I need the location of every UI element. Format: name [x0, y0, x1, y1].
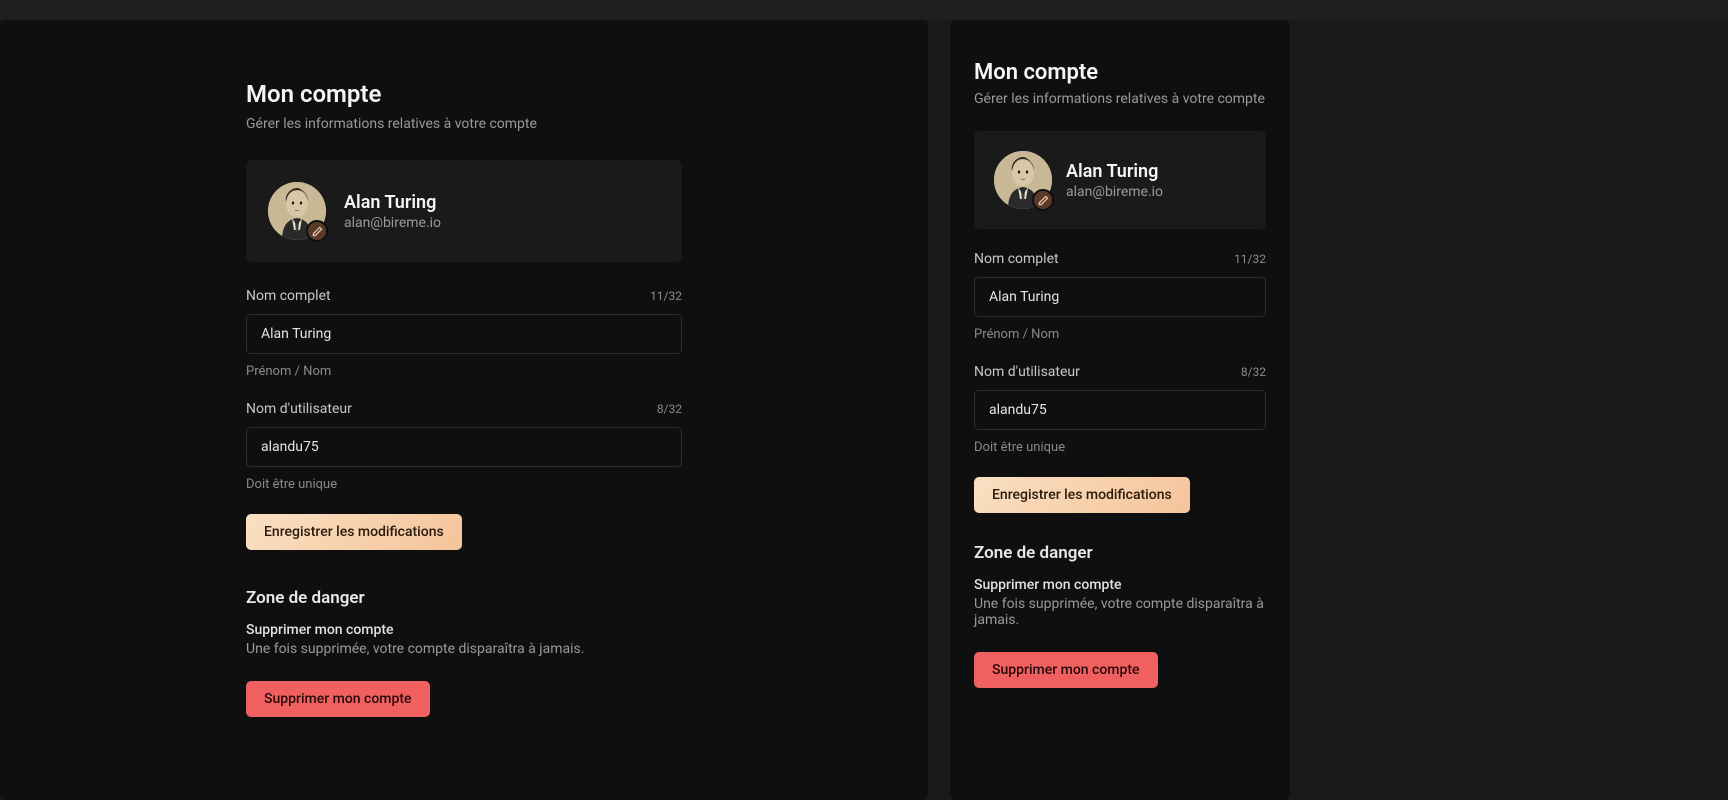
fullname-hint: Prénom / Nom	[974, 327, 1266, 342]
username-hint: Doit être unique	[974, 440, 1266, 455]
field-fullname: Nom complet 11/32 Prénom / Nom	[246, 288, 682, 379]
profile-card: Alan Turing alan@bireme.io	[246, 160, 682, 262]
avatar-container	[994, 151, 1052, 209]
page-subtitle: Gérer les informations relatives à votre…	[974, 91, 1266, 107]
edit-avatar-button[interactable]	[1032, 189, 1054, 211]
fullname-count: 11/32	[650, 289, 682, 303]
edit-avatar-button[interactable]	[306, 220, 328, 242]
username-label: Nom d'utilisateur	[974, 364, 1080, 380]
save-button[interactable]: Enregistrer les modifications	[974, 477, 1190, 513]
username-input[interactable]	[246, 427, 682, 467]
account-panel-wide: Mon compte Gérer les informations relati…	[0, 20, 928, 800]
delete-account-button[interactable]: Supprimer mon compte	[974, 652, 1158, 688]
delete-account-button[interactable]: Supprimer mon compte	[246, 681, 430, 717]
account-panel-narrow: Mon compte Gérer les informations relati…	[950, 20, 1290, 800]
username-hint: Doit être unique	[246, 477, 682, 492]
danger-description: Une fois supprimée, votre compte dispara…	[974, 596, 1266, 628]
fullname-input[interactable]	[974, 277, 1266, 317]
profile-card: Alan Turing alan@bireme.io	[974, 131, 1266, 229]
fullname-label: Nom complet	[246, 288, 331, 304]
pencil-icon	[312, 222, 323, 241]
save-button[interactable]: Enregistrer les modifications	[246, 514, 462, 550]
page-title: Mon compte	[246, 80, 682, 108]
username-label: Nom d'utilisateur	[246, 401, 352, 417]
profile-email: alan@bireme.io	[1066, 184, 1163, 200]
fullname-count: 11/32	[1234, 252, 1266, 266]
profile-name: Alan Turing	[344, 192, 441, 213]
danger-heading: Zone de danger	[246, 588, 682, 608]
danger-title: Supprimer mon compte	[246, 622, 682, 638]
danger-zone: Zone de danger Supprimer mon compte Une …	[974, 543, 1266, 688]
fullname-hint: Prénom / Nom	[246, 364, 682, 379]
pencil-icon	[1038, 191, 1049, 210]
field-username: Nom d'utilisateur 8/32 Doit être unique	[974, 364, 1266, 455]
fullname-label: Nom complet	[974, 251, 1059, 267]
profile-name: Alan Turing	[1066, 161, 1163, 182]
top-bar	[0, 0, 1728, 20]
danger-title: Supprimer mon compte	[974, 577, 1266, 593]
profile-email: alan@bireme.io	[344, 215, 441, 231]
page-title: Mon compte	[974, 60, 1266, 85]
field-fullname: Nom complet 11/32 Prénom / Nom	[974, 251, 1266, 342]
page-subtitle: Gérer les informations relatives à votre…	[246, 116, 682, 132]
avatar-container	[268, 182, 326, 240]
username-input[interactable]	[974, 390, 1266, 430]
username-count: 8/32	[1241, 365, 1266, 379]
danger-heading: Zone de danger	[974, 543, 1266, 563]
fullname-input[interactable]	[246, 314, 682, 354]
danger-description: Une fois supprimée, votre compte dispara…	[246, 641, 682, 657]
profile-info: Alan Turing alan@bireme.io	[1066, 161, 1163, 200]
field-username: Nom d'utilisateur 8/32 Doit être unique	[246, 401, 682, 492]
danger-zone: Zone de danger Supprimer mon compte Une …	[246, 588, 682, 717]
username-count: 8/32	[657, 402, 682, 416]
profile-info: Alan Turing alan@bireme.io	[344, 192, 441, 231]
